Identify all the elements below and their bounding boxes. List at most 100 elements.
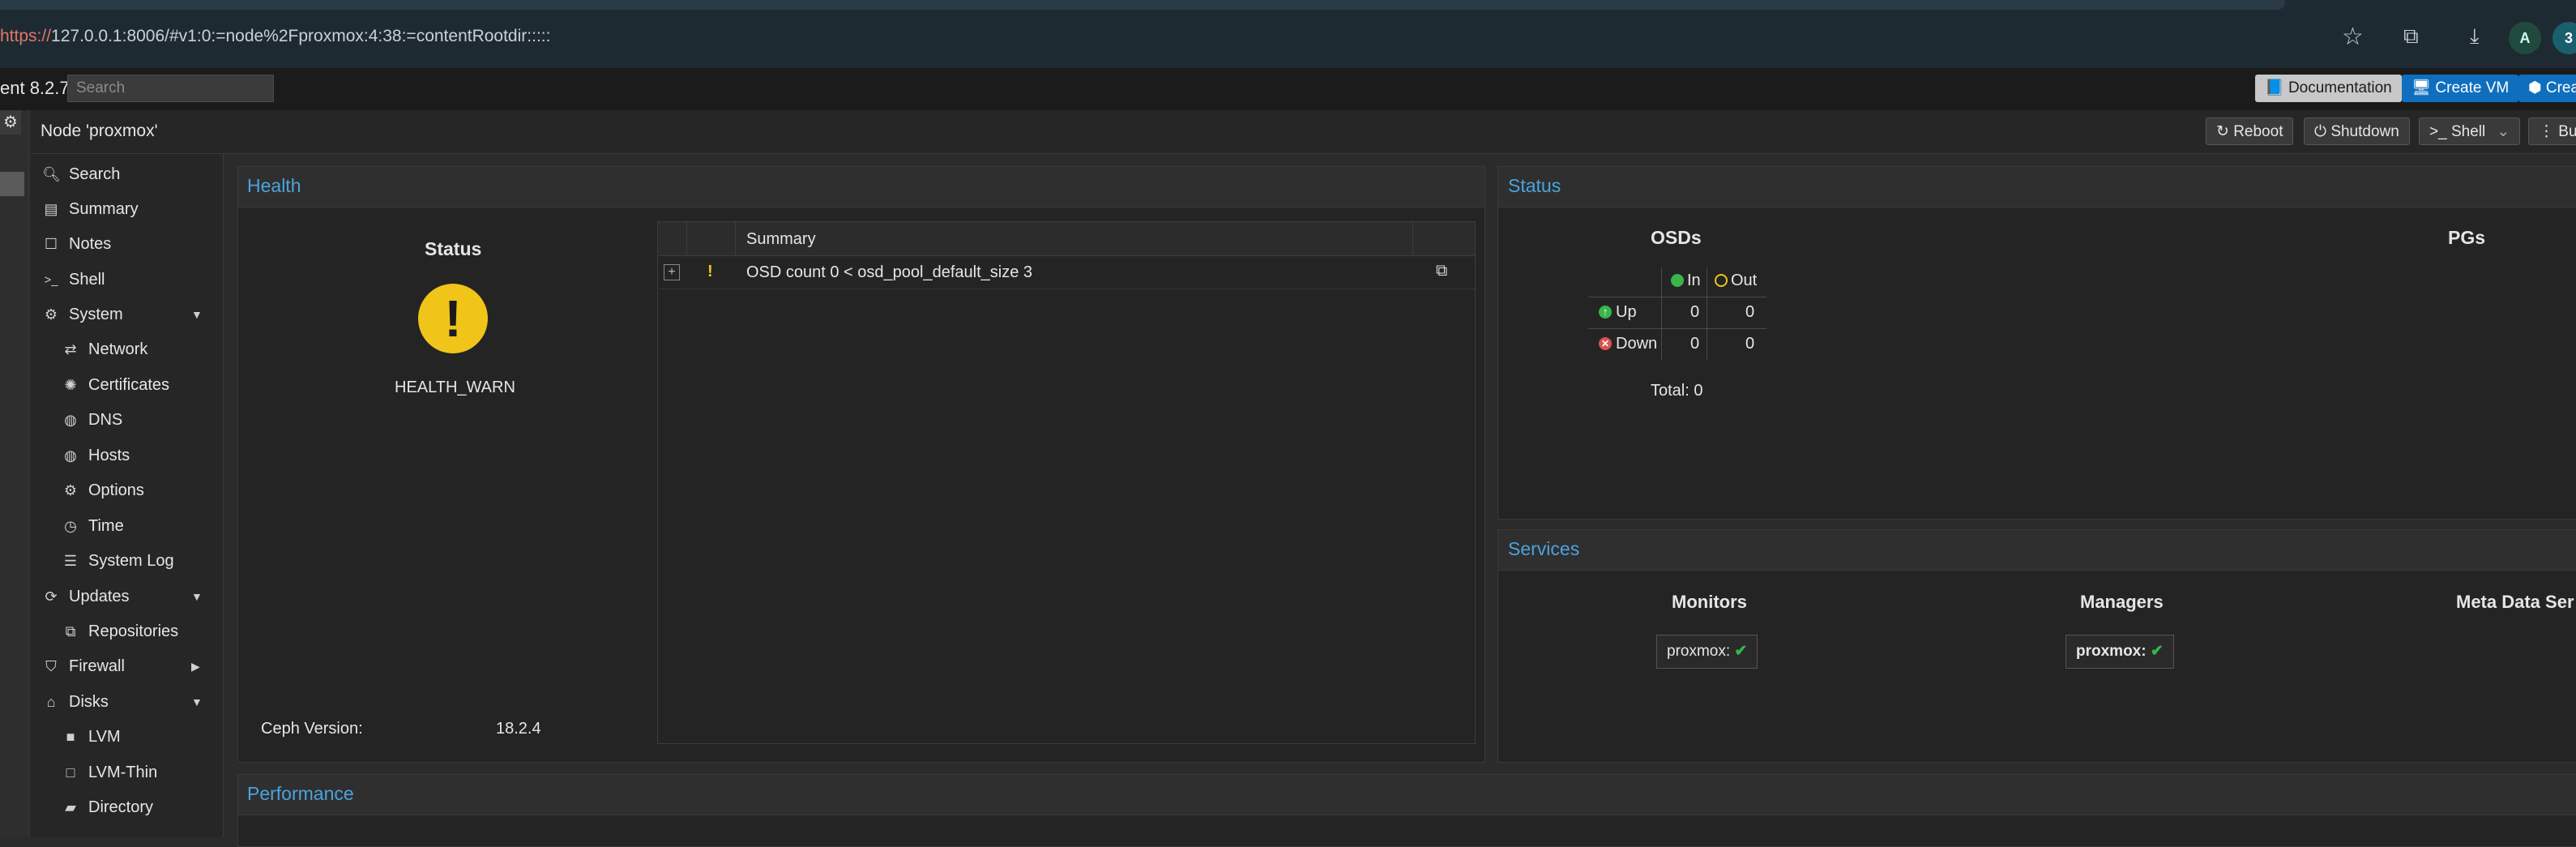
nav-repositories[interactable]: ⧉ Repositories [31, 614, 224, 649]
nav-options[interactable]: ⚙ Options [31, 473, 224, 508]
pgs-heading: PGs [2448, 227, 2486, 248]
chevron-down-icon: ▼ [191, 695, 203, 708]
reboot-label: Reboot [2233, 123, 2283, 140]
shell-button[interactable]: >_ Shell ⌄ [2419, 118, 2521, 145]
osd-out-icon [1715, 274, 1728, 287]
warning-severity-icon: ! [707, 263, 713, 280]
bulk-actions-button[interactable]: ⋮ Bu [2528, 118, 2576, 145]
health-warnings-grid [657, 221, 1476, 744]
certificate-icon: ✺ [64, 377, 77, 393]
nav-label: System [69, 306, 123, 323]
nav-lvm-thin[interactable]: □ LVM-Thin [31, 755, 224, 790]
list-icon: ☰ [63, 553, 78, 569]
tree-settings-icon[interactable]: ⚙ [0, 110, 21, 135]
extensions-icon[interactable]: ⧉ [2403, 25, 2419, 46]
search-icon: 🔍︎ [42, 166, 61, 182]
files-icon: ⧉ [65, 623, 76, 640]
expand-row-icon[interactable]: + [664, 264, 680, 280]
shutdown-button[interactable]: ⏻ Shutdown [2304, 118, 2410, 145]
globe-icon: ◍ [64, 447, 77, 464]
reboot-button[interactable]: ↻ Reboot [2206, 118, 2294, 145]
create-ct-label: Crea [2545, 79, 2576, 96]
nav-directory[interactable]: ▰ Directory [31, 790, 224, 825]
bulk-label: Bu [2558, 123, 2576, 140]
osd-in-icon [1671, 274, 1684, 287]
terminal-icon: >_ [44, 273, 58, 287]
nav-network[interactable]: ⇄ Network [31, 332, 224, 367]
shield-icon: ⛉ [45, 658, 57, 674]
nav-hosts[interactable]: ◍ Hosts [31, 438, 224, 473]
osd-table-divider [1588, 328, 1766, 329]
nav-label: Network [88, 340, 148, 358]
monitor-host: proxmox: [1667, 643, 1731, 660]
osd-down-in-count: 0 [1690, 335, 1700, 353]
osd-down-out-count: 0 [1745, 335, 1755, 353]
services-title: Services [1508, 538, 1580, 559]
chevron-down-icon: ▼ [191, 308, 203, 321]
nav-time[interactable]: ◷ Time [31, 509, 224, 544]
nav-certificates[interactable]: ✺ Certificates [31, 368, 224, 403]
folder-icon: ▰ [65, 799, 76, 815]
ceph-version-label: Ceph Version: [261, 720, 363, 738]
square-icon: ■ [66, 729, 75, 745]
nav-label: Notes [69, 235, 112, 253]
nav-label: Hosts [88, 447, 130, 464]
nav-label: Firewall [69, 657, 125, 675]
nav-lvm[interactable]: ■ LVM [31, 720, 224, 755]
clock-icon: ◷ [64, 518, 77, 534]
nav-summary[interactable]: ▤ Summary [31, 192, 224, 227]
copy-icon[interactable]: ⧉ [1436, 262, 1447, 280]
documentation-button[interactable]: 📘 Documentation [2255, 75, 2402, 102]
nav-label: Summary [69, 200, 139, 218]
mds-heading: Meta Data Ser [2456, 592, 2574, 612]
nav-label: Updates [69, 588, 130, 605]
nav-firewall[interactable]: ⛉ Firewall ▶ [31, 649, 224, 684]
nav-label: DNS [88, 411, 123, 429]
bookmark-star-icon[interactable]: ☆ [2342, 25, 2364, 49]
nav-updates[interactable]: ⟳ Updates ▼ [31, 580, 224, 614]
nav-label: Options [88, 481, 144, 499]
status-panel [1497, 166, 2576, 520]
create-ct-button[interactable]: ⬢ Crea [2518, 75, 2576, 102]
browser-tabstrip [0, 0, 2285, 10]
nav-label: System Log [88, 552, 174, 570]
nav-search[interactable]: 🔍︎ Search [31, 157, 224, 192]
create-vm-button[interactable]: 🖥 Create VM [2402, 75, 2519, 102]
nav-system[interactable]: ⚙ System ▼ [31, 297, 224, 332]
notes-icon: ☐ [44, 236, 58, 252]
globe-icon: ◍ [64, 412, 77, 428]
osd-down-icon: ✕ [1599, 337, 1612, 350]
nav-label: Time [88, 517, 124, 535]
download-icon[interactable]: ⤓ [2470, 25, 2480, 46]
shutdown-label: Shutdown [2330, 123, 2399, 140]
nav-label: Repositories [88, 622, 179, 640]
node-title: Node 'proxmox' [41, 122, 158, 140]
summary-column-header[interactable]: Summary [746, 230, 816, 249]
tree-selected-node[interactable] [0, 172, 24, 196]
global-search-input[interactable] [67, 75, 274, 102]
nav-notes[interactable]: ☐ Notes [31, 227, 224, 262]
nav-dns[interactable]: ◍ DNS [31, 403, 224, 438]
terminal-icon: >_ [2429, 123, 2451, 140]
manager-host: proxmox: [2076, 643, 2147, 660]
status-title: Status [1508, 175, 1561, 196]
nav-disks[interactable]: ⌂ Disks ▼ [31, 685, 224, 720]
url-field[interactable]: https://127.0.0.1:8006/#v1:0:=node%2Fpro… [0, 27, 550, 46]
power-icon: ⏻ [2314, 123, 2331, 140]
manager-service-pill[interactable]: proxmox: ✔ [2065, 635, 2174, 669]
node-toolbar [31, 110, 2576, 154]
shell-label: Shell [2450, 123, 2486, 140]
nav-label: Directory [88, 798, 154, 816]
gear-icon: ⚙ [63, 482, 78, 498]
nav-system-log[interactable]: ☰ System Log [31, 544, 224, 579]
health-status-heading: Status [425, 238, 482, 259]
performance-title: Performance [247, 783, 354, 804]
monitor-service-pill[interactable]: proxmox: ✔ [1656, 635, 1758, 669]
grid-col-divider [1412, 222, 1413, 256]
ceph-version-value: 18.2.4 [496, 720, 541, 738]
cogs-icon: ⚙ [44, 306, 58, 323]
book-icon: ▤ [44, 201, 58, 217]
profile-avatar[interactable]: A [2509, 22, 2541, 54]
url-path: 127.0.0.1:8006/#v1:0:=node%2Fproxmox:4:3… [51, 27, 551, 45]
nav-shell[interactable]: >_ Shell [31, 263, 224, 297]
